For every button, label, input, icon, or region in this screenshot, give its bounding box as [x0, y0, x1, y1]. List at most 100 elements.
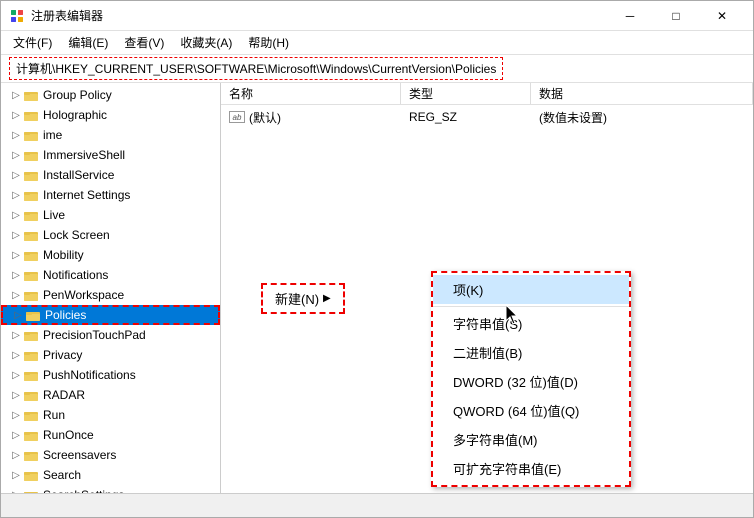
tree-label: RADAR [43, 388, 85, 402]
folder-icon [23, 187, 39, 203]
tree-label: RunOnce [43, 428, 94, 442]
tree-label: Policies [45, 308, 86, 322]
folder-icon [23, 287, 39, 303]
folder-icon [23, 167, 39, 183]
tree-toggle: ▷ [9, 130, 23, 141]
tree-item-installservice[interactable]: ▷ InstallService [1, 165, 220, 185]
tree-label: Mobility [43, 248, 84, 262]
menu-item-qword[interactable]: QWORD (64 位)值(Q) [433, 396, 629, 425]
tree-label: Lock Screen [43, 228, 110, 242]
menu-view[interactable]: 查看(V) [116, 32, 172, 53]
tree-item-search[interactable]: ▷ Search [1, 465, 220, 485]
tree-label: ime [43, 128, 62, 142]
table-row[interactable]: ab (默认) REG_SZ (数值未设置) [221, 107, 753, 127]
tree-toggle: ▷ [9, 90, 23, 101]
folder-icon [23, 87, 39, 103]
main-content: ▷ Group Policy ▷ [1, 83, 753, 493]
menu-item-multistring[interactable]: 多字符串值(M) [433, 425, 629, 454]
folder-icon [23, 447, 39, 463]
tree-label: ImmersiveShell [43, 148, 125, 162]
tree-toggle: ▷ [11, 310, 25, 321]
folder-icon [23, 207, 39, 223]
close-button[interactable]: ✕ [699, 1, 745, 31]
tree-label: Privacy [43, 348, 82, 362]
minimize-button[interactable]: ─ [607, 1, 653, 31]
new-button[interactable]: 新建(N) ▶ [261, 283, 345, 314]
menu-item-expandstring[interactable]: 可扩充字符串值(E) [433, 454, 629, 483]
address-bar: 计算机\HKEY_CURRENT_USER\SOFTWARE\Microsoft… [1, 55, 753, 83]
menu-favorites[interactable]: 收藏夹(A) [172, 32, 240, 53]
tree-item-runonce[interactable]: ▷ RunOnce [1, 425, 220, 445]
menu-edit[interactable]: 编辑(E) [60, 32, 116, 53]
folder-icon [23, 367, 39, 383]
tree-item-searchsettings[interactable]: ▷ SearchSettings [1, 485, 220, 493]
address-path[interactable]: 计算机\HKEY_CURRENT_USER\SOFTWARE\Microsoft… [9, 57, 503, 80]
window-title: 注册表编辑器 [31, 7, 607, 24]
maximize-button[interactable]: □ [653, 1, 699, 31]
context-menu-overlay: 新建(N) ▶ 项(K) 字符串值(S) 二进制值(B) DWORD (32 位… [221, 83, 753, 493]
tree-item-holographic[interactable]: ▷ Holographic [1, 105, 220, 125]
folder-icon [23, 467, 39, 483]
tree-item-run[interactable]: ▷ Run [1, 405, 220, 425]
tree-label: InstallService [43, 168, 114, 182]
registry-editor-window: 注册表编辑器 ─ □ ✕ 文件(F) 编辑(E) 查看(V) 收藏夹(A) 帮助… [0, 0, 754, 518]
menu-item-string[interactable]: 字符串值(S) [433, 309, 629, 338]
column-type: 类型 [401, 83, 531, 104]
title-bar: 注册表编辑器 ─ □ ✕ [1, 1, 753, 31]
tree-item-radar[interactable]: ▷ RADAR [1, 385, 220, 405]
tree-panel[interactable]: ▷ Group Policy ▷ [1, 83, 221, 493]
folder-icon [23, 127, 39, 143]
tree-item-group-policy[interactable]: ▷ Group Policy [1, 85, 220, 105]
tree-toggle: ▷ [9, 390, 23, 401]
folder-icon [23, 427, 39, 443]
tree-toggle: ▷ [9, 150, 23, 161]
folder-icon [23, 407, 39, 423]
column-data: 数据 [531, 83, 753, 104]
tree-item-live[interactable]: ▷ Live [1, 205, 220, 225]
menu-help[interactable]: 帮助(H) [240, 32, 297, 53]
tree-label: Live [43, 208, 65, 222]
column-name: 名称 [221, 83, 401, 104]
folder-icon [23, 227, 39, 243]
tree-toggle: ▷ [9, 250, 23, 261]
menu-file[interactable]: 文件(F) [5, 32, 60, 53]
row-name: ab (默认) [221, 109, 401, 126]
row-data: (数值未设置) [531, 109, 753, 126]
tree-toggle: ▷ [9, 270, 23, 281]
folder-icon [23, 347, 39, 363]
window-controls: ─ □ ✕ [607, 1, 745, 31]
menu-item-binary[interactable]: 二进制值(B) [433, 338, 629, 367]
mouse-cursor [506, 305, 520, 325]
tree-item-lock-screen[interactable]: ▷ Lock Screen [1, 225, 220, 245]
tree-toggle: ▷ [9, 170, 23, 181]
menu-item-key[interactable]: 项(K) [433, 275, 629, 304]
tree-item-mobility[interactable]: ▷ Mobility [1, 245, 220, 265]
tree-item-internet-settings[interactable]: ▷ Internet Settings [1, 185, 220, 205]
tree-item-ime[interactable]: ▷ ime [1, 125, 220, 145]
tree-item-immersiveshell[interactable]: ▷ ImmersiveShell [1, 145, 220, 165]
tree-item-pushnotifications[interactable]: ▷ PushNotifications [1, 365, 220, 385]
folder-icon [23, 247, 39, 263]
tree-item-penworkspace[interactable]: ▷ PenWorkspace [1, 285, 220, 305]
submenu-arrow: ▶ [323, 293, 331, 304]
tree-toggle: ▷ [9, 350, 23, 361]
tree-toggle: ▷ [9, 210, 23, 221]
default-value-icon: ab [229, 111, 245, 123]
new-button-label: 新建(N) [275, 289, 319, 308]
tree-item-notifications[interactable]: ▷ Notifications [1, 265, 220, 285]
tree-item-privacy[interactable]: ▷ Privacy [1, 345, 220, 365]
menu-item-dword[interactable]: DWORD (32 位)值(D) [433, 367, 629, 396]
tree-label: PenWorkspace [43, 288, 124, 302]
tree-toggle: ▷ [9, 290, 23, 301]
context-menu: 项(K) 字符串值(S) 二进制值(B) DWORD (32 位)值(D) QW… [431, 271, 631, 487]
tree-toggle: ▷ [9, 370, 23, 381]
menu-separator [433, 306, 629, 307]
menu-bar: 文件(F) 编辑(E) 查看(V) 收藏夹(A) 帮助(H) [1, 31, 753, 55]
tree-item-precisiontouchpad[interactable]: ▷ PrecisionTouchPad [1, 325, 220, 345]
tree-toggle: ▷ [9, 230, 23, 241]
tree-toggle: ▷ [9, 410, 23, 421]
tree-item-screensavers[interactable]: ▷ Screensavers [1, 445, 220, 465]
tree-label: Run [43, 408, 65, 422]
tree-item-policies[interactable]: ▷ Policies [1, 305, 220, 325]
row-type: REG_SZ [401, 110, 531, 124]
